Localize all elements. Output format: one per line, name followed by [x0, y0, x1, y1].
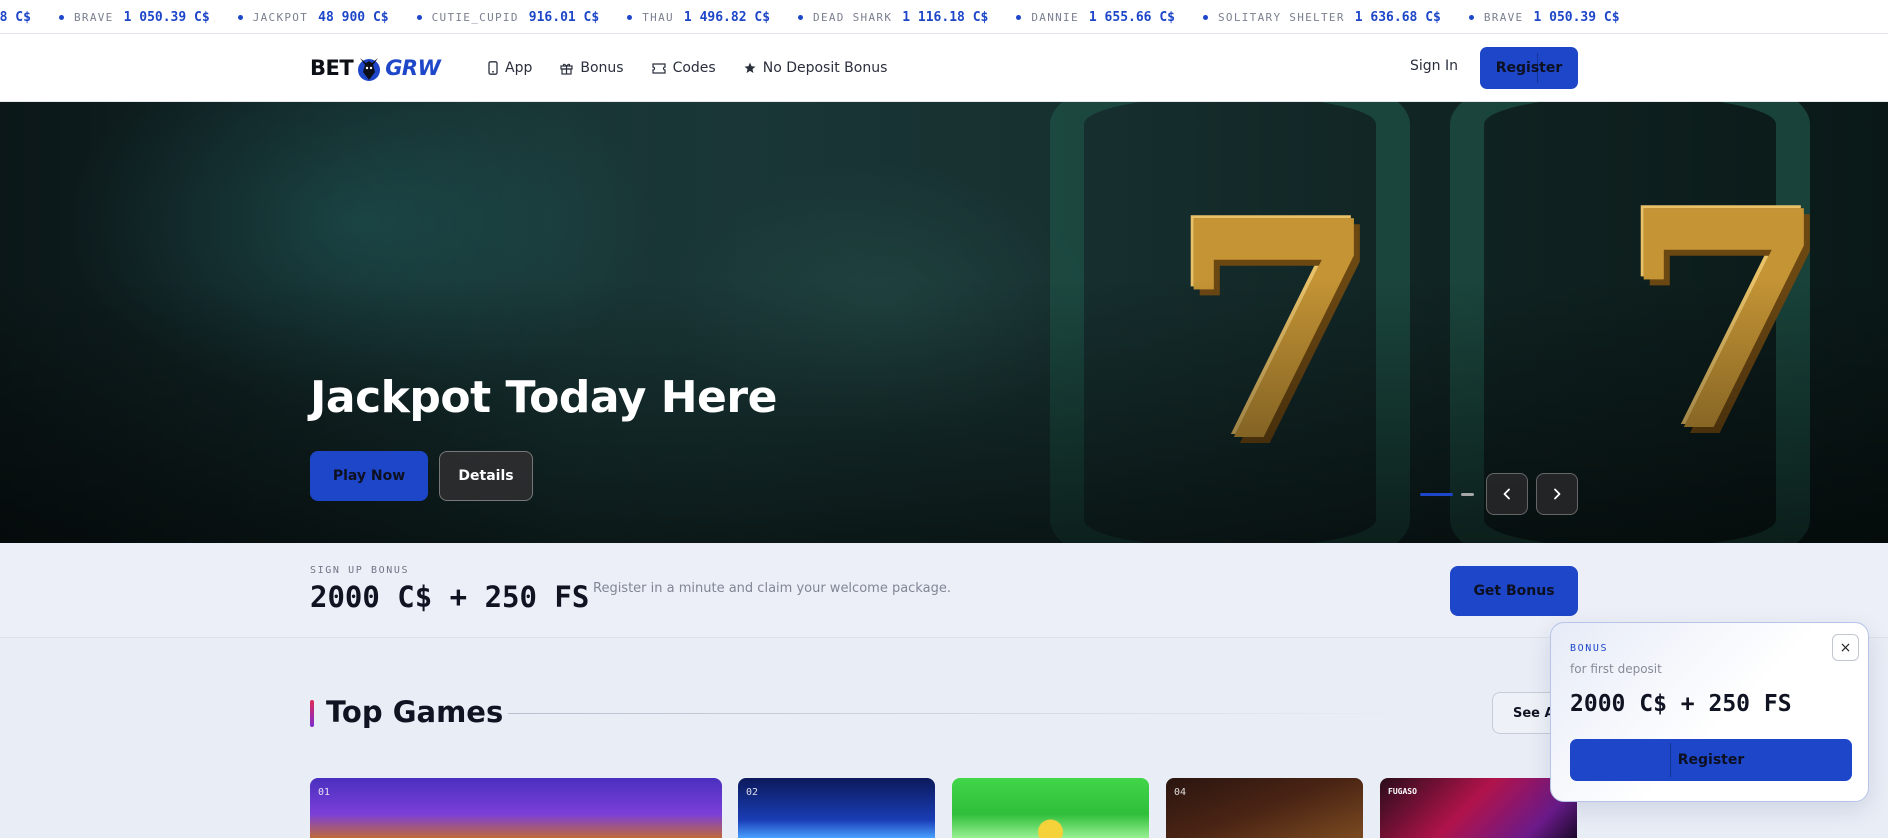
hero-banner: 7 7 Jackpot Today Here Play Now Details: [0, 102, 1888, 543]
site-header: BET GRW App Bonus Codes No Deposit Bonus…: [0, 34, 1888, 102]
ticker-amount: 1 050.39 C$: [1533, 9, 1620, 25]
hero-overlay: [0, 102, 1888, 543]
nav-item-label: Bonus: [580, 60, 624, 76]
game-card[interactable]: 04: [1166, 778, 1363, 838]
prev-slide-button[interactable]: [1486, 473, 1528, 515]
bullet-dot-icon: [1016, 14, 1022, 20]
star-icon: [744, 62, 756, 73]
ticker-amount: 1 636.68 C$: [1354, 9, 1441, 25]
ticker-amount: 1 496.82 C$: [683, 9, 771, 25]
section-divider: [508, 713, 1428, 714]
ticker-item: THAU 1 496.82 C$: [627, 10, 770, 25]
get-bonus-button[interactable]: Get Bonus: [1450, 566, 1578, 616]
site-logo[interactable]: BET GRW: [310, 51, 441, 85]
game-card[interactable]: FUGASO: [1380, 778, 1577, 838]
nav-item-label: No Deposit Bonus: [762, 60, 888, 76]
ticker-item: BRAVE 1 050.39 C$: [58, 9, 210, 25]
game-card[interactable]: 01: [310, 778, 722, 838]
ticker-item: .68 C$: [0, 10, 31, 25]
nav-item-label: App: [505, 60, 533, 76]
slide-indicator-active[interactable]: [1420, 493, 1453, 496]
section-accent-bar: [310, 700, 314, 727]
nav-item-no-deposit-bonus[interactable]: No Deposit Bonus: [744, 60, 888, 76]
next-slide-button[interactable]: [1536, 473, 1578, 515]
bullet-dot-icon: [1468, 14, 1474, 20]
game-provider-badge: FUGASO: [1388, 787, 1417, 796]
gift-icon: [560, 63, 573, 75]
wolf-logo-icon: [358, 58, 381, 81]
ticker-amount: 1 655.66 C$: [1088, 9, 1175, 25]
logo-text-grw: GRW: [385, 56, 441, 80]
ticker-amount: 1 050.39 C$: [123, 9, 210, 25]
section-title: Top Games: [326, 695, 504, 729]
game-card[interactable]: 02: [738, 778, 935, 838]
game-rank: 02: [746, 787, 759, 798]
nav-item-label: Codes: [672, 60, 716, 76]
bullet-dot-icon: [416, 14, 422, 20]
ticker-amount: .68 C$: [0, 9, 31, 25]
bullet-dot-icon: [798, 14, 804, 20]
sign-in-link[interactable]: Sign In: [1410, 58, 1458, 74]
bullet-dot-icon: [237, 14, 243, 20]
slide-indicator[interactable]: [1461, 493, 1474, 496]
chevron-right-icon: [1554, 488, 1561, 500]
ticker-amount: 1 116.18 C$: [902, 9, 989, 25]
ticker-amount: 48 900 C$: [318, 9, 389, 25]
main-nav: App Bonus Codes No Deposit Bonus: [488, 34, 915, 102]
game-card[interactable]: [952, 778, 1149, 838]
ticker-item: DANNIE 1 655.66 C$: [1016, 10, 1175, 25]
ticker-name: DANNIE: [1031, 10, 1079, 24]
register-button[interactable]: Register: [1480, 47, 1578, 89]
ticket-icon: [651, 62, 666, 74]
logo-text-bet: BET: [310, 56, 354, 80]
ticker-item: CUTIE_CUPID 916.01 C$: [416, 9, 600, 25]
ticker-name: DEAD SHARK: [813, 10, 893, 24]
phone-icon: [488, 61, 498, 75]
nav-item-codes[interactable]: Codes: [651, 60, 716, 76]
first-deposit-bonus-popup: BONUS for first deposit 2000 C$ + 250 FS…: [1550, 622, 1869, 802]
ticker-name: CUTIE_CUPID: [431, 10, 519, 24]
winners-ticker: .68 C$ BRAVE 1 050.39 C$ JACKPOT 48 900 …: [0, 0, 1888, 34]
ticker-name: JACKPOT: [252, 10, 309, 24]
game-rank: 04: [1174, 787, 1187, 798]
nav-item-app[interactable]: App: [488, 60, 532, 76]
popup-register-button[interactable]: Register: [1570, 739, 1852, 781]
bullet-dot-icon: [58, 14, 64, 20]
chevron-left-icon: [1503, 488, 1510, 500]
ticker-track: .68 C$ BRAVE 1 050.39 C$ JACKPOT 48 900 …: [0, 0, 1648, 33]
details-button[interactable]: Details: [439, 451, 533, 501]
ticker-amount: 916.01 C$: [528, 9, 600, 25]
play-now-button[interactable]: Play Now: [310, 451, 428, 501]
ticker-item: SOLITARY SHELTER 1 636.68 C$: [1202, 9, 1441, 25]
ticker-name: BRAVE: [73, 10, 114, 24]
ticker-item: BRAVE 1 050.39 C$: [1468, 9, 1620, 25]
ticker-item: JACKPOT 48 900 C$: [237, 9, 389, 25]
game-rank: 01: [318, 787, 331, 798]
popup-subtitle: for first deposit: [1570, 662, 1662, 676]
ticker-item: DEAD SHARK 1 116.18 C$: [798, 10, 988, 25]
bullet-dot-icon: [1202, 14, 1208, 20]
hero-title: Jackpot Today Here: [310, 372, 777, 423]
bullet-dot-icon: [627, 14, 633, 20]
ticker-name: BRAVE: [1483, 10, 1524, 24]
ticker-name: SOLITARY SHELTER: [1217, 10, 1345, 24]
signup-bonus-amount: 2000 C$ + 250 FS: [310, 580, 590, 614]
nav-item-bonus[interactable]: Bonus: [560, 60, 624, 76]
popup-label: BONUS: [1570, 643, 1609, 654]
ticker-name: THAU: [642, 10, 674, 24]
close-icon[interactable]: ×: [1832, 634, 1859, 661]
signup-bonus-label: SIGN UP BONUS: [310, 565, 410, 576]
signup-bonus-description: Register in a minute and claim your welc…: [593, 581, 951, 596]
popup-amount: 2000 C$ + 250 FS: [1570, 691, 1792, 717]
